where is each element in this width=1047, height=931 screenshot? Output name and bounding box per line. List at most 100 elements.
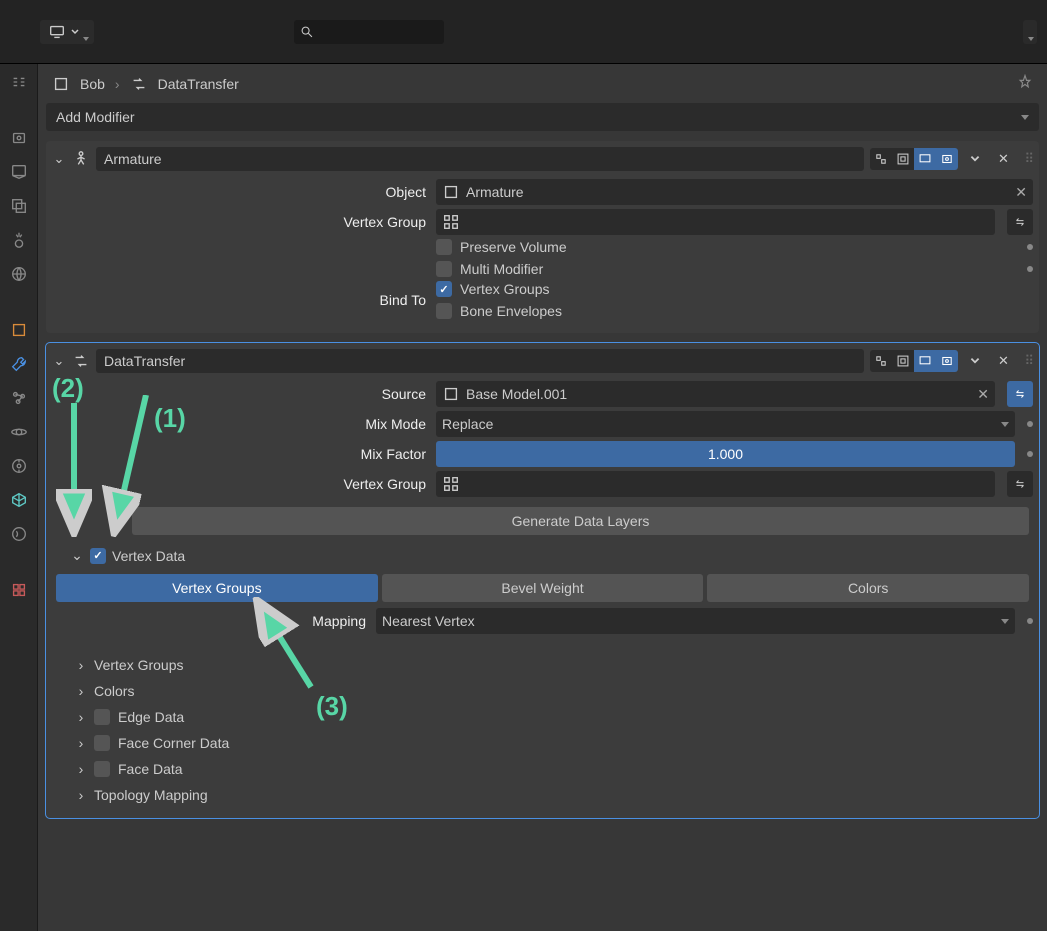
face-data-checkbox[interactable] [94,761,110,777]
clear-icon[interactable]: ✕ [977,386,989,403]
clear-icon[interactable]: ✕ [1015,184,1027,201]
invert-vgroup[interactable] [1007,471,1033,497]
bind-envelopes-checkbox[interactable] [436,303,452,319]
edge-data-checkbox[interactable] [94,709,110,725]
collapse-toggle[interactable]: ⌄ [70,547,84,564]
top-bar [0,0,1047,64]
keyframe-dot[interactable] [1027,451,1033,457]
output-tab-icon[interactable] [9,162,29,182]
delete-modifier[interactable]: ✕ [992,350,1014,372]
modifier-menu[interactable] [964,350,986,372]
modifier-panel: Bob › DataTransfer Add Modifier ⌄ Armatu… [38,64,1047,931]
mix-factor-label: Mix Factor [52,446,428,462]
multi-modifier-checkbox[interactable] [436,261,452,277]
drag-handle[interactable]: ⠿ [1024,353,1033,369]
cage-toggle[interactable] [892,148,914,170]
vgroup-icon [442,475,460,493]
face-corner-checkbox[interactable] [94,735,110,751]
sub-face-data[interactable]: ›Face Data [52,756,1033,782]
display-toggles [870,350,958,372]
breadcrumb: Bob › DataTransfer [38,64,1047,103]
invert-vgroup[interactable] [1007,209,1033,235]
vgroup-label: Vertex Group [52,214,428,230]
sub-vertex-groups[interactable]: ›Vertex Groups [52,652,1033,678]
source-label: Source [52,386,428,402]
chevron-right-icon: › [115,76,120,92]
vertex-data-tabs: Vertex Groups Bevel Weight Colors [56,574,1029,602]
world-tab-icon[interactable] [9,264,29,284]
vgroup-icon [442,213,460,231]
search-icon [300,25,314,39]
object-label: Object [52,184,428,200]
filter-dropdown[interactable] [1023,20,1037,44]
tab-colors[interactable]: Colors [707,574,1029,602]
breadcrumb-object[interactable]: Bob [80,76,105,92]
mapping-dropdown[interactable]: Nearest Vertex [376,608,1015,634]
tab-bevel-weight[interactable]: Bevel Weight [382,574,704,602]
sub-face-corner-data[interactable]: ›Face Corner Data [52,730,1033,756]
dt-vgroup-field[interactable] [436,471,995,497]
display-toggles [870,148,958,170]
edit-mode-toggle[interactable] [870,148,892,170]
add-modifier-dropdown[interactable]: Add Modifier [46,103,1039,131]
mesh-tab-icon[interactable] [9,490,29,510]
collapse-toggle[interactable]: ⌄ [52,151,66,167]
object-tab-icon[interactable] [9,320,29,340]
mix-mode-dropdown[interactable]: Replace [436,411,1015,437]
properties-tabs [0,64,38,931]
vertex-data-checkbox[interactable] [90,548,106,564]
modifier-datatransfer: ⌄ DataTransfer ✕ ⠿ (2) (1) (3) [46,343,1039,818]
sub-edge-data[interactable]: ›Edge Data [52,704,1033,730]
screen-icon [48,23,66,41]
delete-modifier[interactable]: ✕ [992,148,1014,170]
viewport-toggle[interactable] [914,350,936,372]
keyframe-dot[interactable] [1027,266,1033,272]
modifier-tab-icon[interactable] [9,354,29,374]
constraints-tab-icon[interactable] [9,456,29,476]
vertex-data-label: Vertex Data [112,548,185,564]
scene-tab-icon[interactable] [9,230,29,250]
tool-tab-icon[interactable] [9,72,29,92]
render-toggle[interactable] [936,148,958,170]
pin-icon[interactable] [1017,74,1033,93]
keyframe-dot[interactable] [1027,244,1033,250]
physics-tab-icon[interactable] [9,422,29,442]
material-tab-icon[interactable] [9,524,29,544]
cage-toggle[interactable] [892,350,914,372]
search-input[interactable] [294,20,444,44]
render-tab-icon[interactable] [9,128,29,148]
viewport-toggle[interactable] [914,148,936,170]
modifier-name-input[interactable]: Armature [96,147,864,171]
armature-vgroup-field[interactable] [436,209,995,235]
breadcrumb-modifier[interactable]: DataTransfer [158,76,239,92]
texture-tab-icon[interactable] [9,580,29,600]
source-object-field[interactable]: Base Model.001 ✕ [436,381,995,407]
object-icon [442,183,460,201]
keyframe-dot[interactable] [1027,618,1033,624]
mapping-label: Mapping [52,613,368,629]
generate-data-layers-button[interactable]: Generate Data Layers [132,507,1029,535]
workspace-dropdown[interactable] [40,20,94,44]
sub-colors[interactable]: ›Colors [52,678,1033,704]
chevron-down-icon [70,27,80,37]
render-toggle[interactable] [936,350,958,372]
modifier-menu[interactable] [964,148,986,170]
source-transform-toggle[interactable] [1007,381,1033,407]
sub-topology-mapping[interactable]: ›Topology Mapping [52,782,1033,808]
preserve-volume-checkbox[interactable] [436,239,452,255]
edit-mode-toggle[interactable] [870,350,892,372]
viewlayer-tab-icon[interactable] [9,196,29,216]
vgroup-label: Vertex Group [52,476,428,492]
datatransfer-icon [130,75,148,93]
mix-factor-slider[interactable]: 1.000 [436,441,1015,467]
armature-object-field[interactable]: Armature ✕ [436,179,1033,205]
modifier-name-input[interactable]: DataTransfer [96,349,864,373]
keyframe-dot[interactable] [1027,421,1033,427]
tab-vertex-groups[interactable]: Vertex Groups [56,574,378,602]
collapse-toggle[interactable]: ⌄ [52,353,66,369]
mix-mode-label: Mix Mode [52,416,428,432]
drag-handle[interactable]: ⠿ [1024,151,1033,167]
modifier-armature: ⌄ Armature ✕ ⠿ Object [46,141,1039,333]
bind-vgroups-checkbox[interactable] [436,281,452,297]
particles-tab-icon[interactable] [9,388,29,408]
